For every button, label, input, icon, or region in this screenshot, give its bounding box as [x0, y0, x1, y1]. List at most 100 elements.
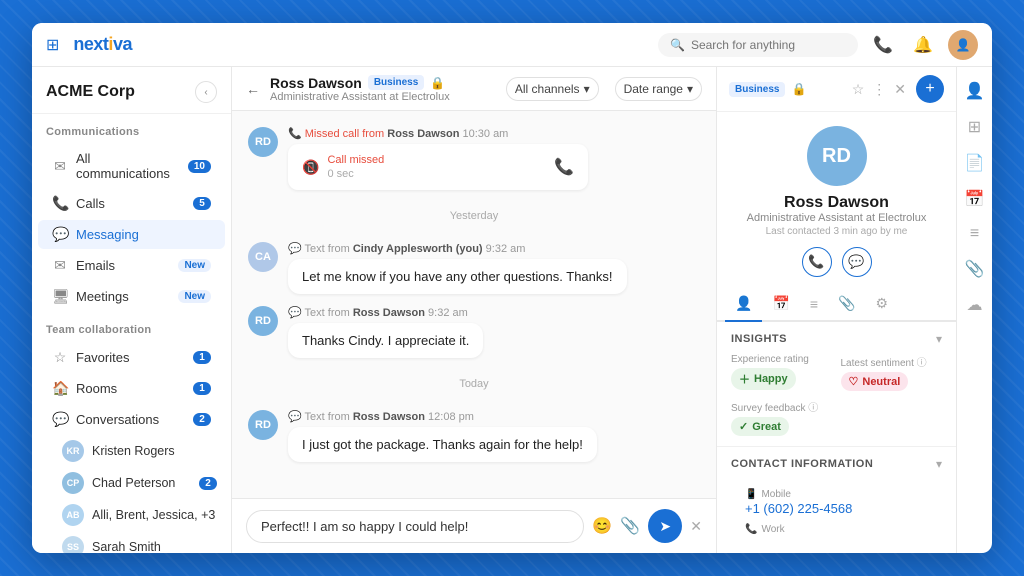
call-phone-icon[interactable]: 📞: [554, 157, 574, 177]
grid-icon[interactable]: ⊞: [46, 35, 59, 55]
contact-name: Ross Dawson: [729, 194, 944, 212]
rooms-badge: 1: [193, 382, 211, 395]
messaging-label: Messaging: [76, 227, 211, 242]
calls-badge: 5: [193, 197, 211, 210]
list-item-sarah[interactable]: SS Sarah Smith: [32, 531, 231, 553]
all-comms-icon: ✉: [52, 158, 68, 175]
back-button[interactable]: ←: [246, 81, 260, 97]
table-row: RD 💬 Text from Ross Dawson 12:08 pm I ju…: [248, 410, 700, 462]
all-comms-label: All communications: [76, 151, 180, 181]
business-badge-header: Business: [368, 75, 424, 90]
logo: nextiva: [73, 34, 132, 55]
mobile-label: 📱 Mobile: [745, 489, 928, 500]
search-bar[interactable]: 🔍: [658, 33, 858, 57]
meetings-label: Meetings: [76, 289, 170, 304]
meetings-icon: 🖥: [52, 288, 68, 305]
message-bubble-3: Thanks Cindy. I appreciate it.: [288, 323, 483, 358]
nav-person-icon[interactable]: 👤: [965, 81, 985, 101]
sidebar-item-rooms[interactable]: 🏠 Rooms 1: [38, 374, 225, 403]
latest-sentiment: Latest sentiment ⓘ ♡ Neutral: [841, 354, 943, 391]
sidebar-item-emails[interactable]: ✉ Emails New: [38, 251, 225, 280]
tab-calendar[interactable]: 📅: [762, 287, 799, 322]
chat-contact-name: Ross Dawson: [270, 75, 362, 91]
message-bubble-4: I just got the package. Thanks again for…: [288, 427, 597, 462]
right-nav-panel: 👤 ⊞ 📄 📅 ≡ 📎 ☁: [956, 67, 992, 553]
msg-meta-4: 💬 Text from Ross Dawson 12:08 pm: [288, 410, 700, 423]
list-item-kristen[interactable]: KR Kristen Rogers: [32, 435, 231, 467]
chevron-down-icon: ▾: [584, 82, 590, 96]
collapse-button[interactable]: ‹: [195, 81, 217, 103]
search-input[interactable]: [691, 38, 831, 52]
list-item-chad[interactable]: CP Chad Peterson 2: [32, 467, 231, 499]
user-avatar[interactable]: 👤: [948, 30, 978, 60]
sidebar-item-calls[interactable]: 📞 Calls 5: [38, 189, 225, 218]
sidebar-item-all-comms[interactable]: ✉ All communications 10: [38, 145, 225, 187]
send-button[interactable]: ➤: [648, 509, 682, 543]
missed-call-icon: 📵: [302, 159, 319, 176]
avatar-rd-3: RD: [248, 410, 278, 440]
nav-list-icon[interactable]: ≡: [970, 225, 979, 243]
more-icon[interactable]: ⋮: [872, 81, 886, 98]
nav-grid-small-icon[interactable]: ⊞: [968, 117, 981, 137]
sidebar-item-meetings[interactable]: 🖥 Meetings New: [38, 282, 225, 311]
survey-value: ✓ Great: [731, 417, 789, 436]
tab-settings[interactable]: ⚙: [865, 287, 898, 322]
sidebar-item-conversations[interactable]: 💬 Conversations 2: [38, 405, 225, 434]
all-comms-badge: 10: [188, 160, 211, 173]
day-divider-today: Today: [248, 378, 700, 390]
favorites-badge: 1: [193, 351, 211, 364]
tab-list[interactable]: ≡: [800, 288, 828, 322]
insights-chevron[interactable]: ▾: [936, 332, 942, 346]
msg-meta-1: 📞 Missed call from Ross Dawson 10:30 am: [288, 127, 700, 140]
phone-nav-icon[interactable]: 📞: [868, 30, 898, 60]
survey-label: Survey feedback ⓘ: [731, 399, 833, 414]
add-button[interactable]: +: [916, 75, 944, 103]
tab-attach[interactable]: 📎: [828, 287, 865, 322]
sidebar-item-favorites[interactable]: ☆ Favorites 1: [38, 343, 225, 372]
sidebar-item-messaging[interactable]: 💬 Messaging: [38, 220, 225, 249]
avatar-kristen: KR: [62, 440, 84, 462]
tab-contact[interactable]: 👤: [725, 287, 762, 322]
top-nav: ⊞ nextiva 🔍 📞 🔔 👤: [32, 23, 992, 67]
calls-icon: 📞: [52, 195, 68, 212]
nav-attach-icon[interactable]: 📎: [965, 259, 985, 279]
msg-meta-2: 💬 Text from Cindy Applesworth (you) 9:32…: [288, 242, 700, 255]
close-compose-icon[interactable]: ✕: [690, 518, 702, 535]
favorites-icon: ☆: [52, 349, 68, 366]
search-icon: 🔍: [670, 38, 685, 52]
nav-calendar-icon[interactable]: 📅: [965, 189, 985, 209]
work-info: 📞 Work: [745, 524, 928, 536]
sidebar-title: ACME Corp: [46, 83, 135, 101]
nav-cloud-icon[interactable]: ☁: [967, 295, 983, 315]
all-channels-filter[interactable]: All channels ▾: [506, 77, 599, 101]
mobile-value[interactable]: +1 (602) 225-4568: [745, 501, 928, 516]
emails-badge: New: [178, 259, 211, 272]
right-panel: Business 🔒 ☆ ⋮ ✕ + RD Ross Dawson Admini…: [716, 67, 956, 553]
communications-section-label: Communications: [32, 114, 231, 144]
sentiment-label: Latest sentiment ⓘ: [841, 354, 943, 369]
close-panel-icon[interactable]: ✕: [894, 81, 906, 98]
list-item-alli[interactable]: AB Alli, Brent, Jessica, +3: [32, 499, 231, 531]
avatar-rd-2: RD: [248, 306, 278, 336]
date-range-label: Date range: [624, 82, 683, 96]
bell-icon[interactable]: 🔔: [908, 30, 938, 60]
contact-message-button[interactable]: 💬: [842, 247, 872, 277]
messages-area: RD 📞 Missed call from Ross Dawson 10:30 …: [232, 111, 716, 498]
emoji-icon[interactable]: 😊: [592, 516, 612, 536]
compose-input[interactable]: [246, 510, 584, 543]
center-panel: ← Ross Dawson Business 🔒 Administrative …: [232, 67, 716, 553]
rp-business-badge: Business: [729, 82, 785, 97]
calls-label: Calls: [76, 196, 185, 211]
table-row: RD 💬 Text from Ross Dawson 9:32 am Thank…: [248, 306, 700, 358]
attach-icon[interactable]: 📎: [620, 516, 640, 536]
star-icon[interactable]: ☆: [852, 81, 865, 98]
missed-call-bubble: 📵 Call missed 0 sec 📞: [288, 144, 588, 190]
emails-icon: ✉: [52, 257, 68, 274]
date-range-filter[interactable]: Date range ▾: [615, 77, 702, 101]
nav-doc-icon[interactable]: 📄: [965, 153, 985, 173]
contact-phone-button[interactable]: 📞: [802, 247, 832, 277]
conversations-badge: 2: [193, 413, 211, 426]
all-channels-label: All channels: [515, 82, 580, 96]
messaging-icon: 💬: [52, 226, 68, 243]
contact-info-chevron[interactable]: ▾: [936, 457, 942, 471]
